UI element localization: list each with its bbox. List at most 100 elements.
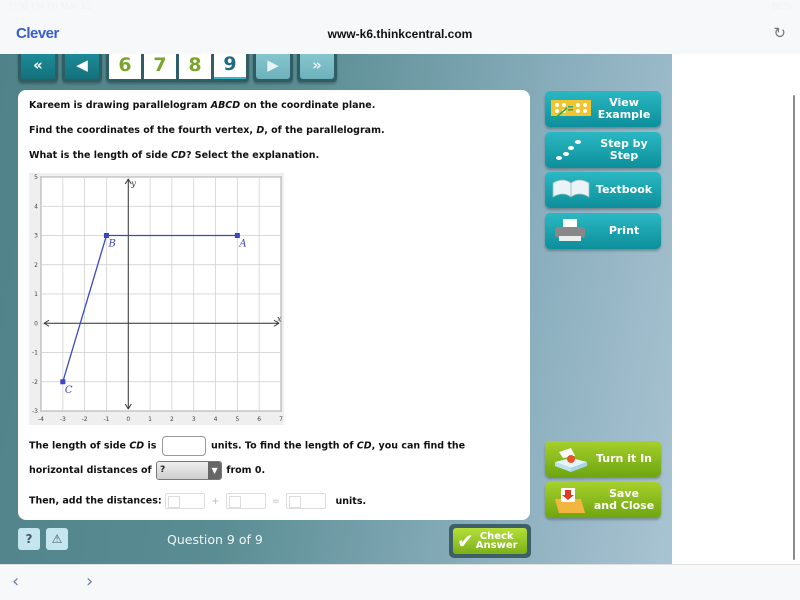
url-display[interactable]: www-k6.thinkcentral.com <box>0 27 800 41</box>
dropdown-arrow-icon: ▼ <box>208 462 222 479</box>
coordinates-dropdown[interactable]: ? ▼ <box>156 461 223 480</box>
x-tick-label: 1 <box>148 416 152 423</box>
text-em: CD <box>356 440 372 452</box>
x-tick-label: 3 <box>192 416 196 423</box>
print-button[interactable]: Print <box>545 213 661 249</box>
length-cd-input[interactable] <box>161 436 206 456</box>
answer-line-3: Then, add the distances: + = units. <box>29 493 366 509</box>
tool-label: Print <box>608 224 640 237</box>
text: What is the length of side <box>29 150 172 161</box>
text: , you can find the <box>371 440 466 452</box>
question-nav: « ◀ 6 7 8 9 ▶ » <box>18 54 337 82</box>
right-arrow-icon: ▶ <box>256 54 290 79</box>
distance-total-input[interactable] <box>286 493 327 509</box>
first-question-button[interactable]: « <box>18 54 58 82</box>
text-em: ABCD <box>210 100 241 111</box>
y-tick-label: 2 <box>34 262 38 269</box>
reload-icon[interactable]: ↻ <box>773 24 786 42</box>
point-label-A: A <box>238 239 246 250</box>
text: on the coordinate plane. <box>240 100 376 111</box>
x-tick-label: -3 <box>60 416 66 423</box>
printer-icon <box>555 219 585 241</box>
footprints-icon <box>556 140 581 160</box>
prev-question-button[interactable]: ◀ <box>62 54 102 82</box>
x-axis-label: x <box>277 314 282 323</box>
y-tick-label: 1 <box>34 291 38 298</box>
view-example-icon <box>551 100 591 121</box>
y-tick-label: -3 <box>32 408 38 415</box>
x-tick-label: -4 <box>38 416 44 423</box>
checkmark-icon: ✔ <box>457 528 474 553</box>
back-icon[interactable]: ‹ <box>12 571 19 592</box>
scrollbar[interactable] <box>793 95 795 560</box>
answer-line-2: horizontal distances of ? ▼ from 0. <box>29 461 265 480</box>
check-answer-button[interactable]: ✔ Check Answer <box>449 524 531 558</box>
step-by-step-button[interactable]: Step by Step <box>545 132 661 168</box>
text: Then, add the distances: <box>29 495 162 507</box>
question-counter: Question 9 of 9 <box>167 532 263 547</box>
text: ? Select the explanation. <box>185 150 320 161</box>
y-axis-label: y <box>130 179 136 188</box>
turn-it-in-button[interactable]: Turn it In <box>545 441 661 477</box>
save-folder-icon <box>555 488 585 513</box>
y-tick-label: 4 <box>34 203 38 210</box>
tool-label: Textbook <box>595 183 653 196</box>
text-em: CD <box>129 440 145 452</box>
y-tick-label: 3 <box>34 233 38 240</box>
point-B <box>103 233 109 238</box>
point-label-C: C <box>65 385 73 396</box>
question-6[interactable]: 6 <box>109 54 141 79</box>
x-tick-label: 6 <box>257 416 261 423</box>
question-7[interactable]: 7 <box>144 54 176 79</box>
book-icon <box>552 179 590 198</box>
distance-b-input[interactable] <box>225 493 266 509</box>
textbook-button[interactable]: Textbook <box>545 172 661 208</box>
question-numbers: 6 7 8 9 <box>106 54 249 82</box>
status-bar: 7:00 PM Fri Mar 12 86% <box>0 0 800 14</box>
text: Kareem is drawing parallelogram <box>29 100 211 111</box>
x-tick-label: -2 <box>82 416 88 423</box>
point-label-B: B <box>107 239 115 250</box>
x-tick-label: 0 <box>126 416 130 423</box>
plus-sign: + <box>211 495 220 507</box>
x-tick-label: 2 <box>170 416 174 423</box>
point-A <box>234 233 240 238</box>
right-blank-pane <box>672 54 800 564</box>
alert-button[interactable]: ⚠ <box>46 528 68 550</box>
answer-line-1: The length of side CD is units. To find … <box>29 436 465 456</box>
check-label: Check Answer <box>476 532 518 551</box>
help-button[interactable]: ? <box>18 528 40 550</box>
question-line-2: Find the coordinates of the fourth verte… <box>29 125 385 136</box>
browser-toolbar: ‹ › <box>0 564 800 600</box>
alert-icon: ⚠ <box>51 532 63 546</box>
forward-icon[interactable]: › <box>86 571 93 592</box>
text: , of the parallelogram. <box>264 125 385 136</box>
browser-bar: Clever www-k6.thinkcentral.com ↻ <box>0 14 800 54</box>
text: Find the coordinates of the fourth verte… <box>29 125 257 136</box>
x-tick-label: -1 <box>103 416 109 423</box>
text: units. <box>335 495 367 507</box>
left-arrow-icon: ◀ <box>65 54 99 79</box>
y-tick-label: -2 <box>32 379 38 386</box>
status-time: 7:00 PM Fri Mar 12 <box>8 2 93 12</box>
question-line-1: Kareem is drawing parallelogram ABCD on … <box>29 100 375 111</box>
question-8[interactable]: 8 <box>179 54 211 79</box>
turn-in-icon <box>555 448 587 472</box>
last-question-button[interactable]: » <box>297 54 337 82</box>
point-C <box>60 379 66 385</box>
double-left-icon: « <box>21 54 55 79</box>
x-tick-label: 7 <box>279 416 283 423</box>
question-panel: Kareem is drawing parallelogram ABCD on … <box>18 90 530 520</box>
text: units. To find the length of <box>211 440 357 452</box>
x-tick-label: 4 <box>214 416 218 423</box>
save-and-close-button[interactable]: Save and Close <box>545 482 661 518</box>
view-example-button[interactable]: View Example <box>545 91 661 127</box>
question-9[interactable]: 9 <box>214 54 246 79</box>
text: from 0. <box>226 465 266 476</box>
text: horizontal distances of <box>29 465 152 476</box>
y-tick-label: 0 <box>34 320 38 327</box>
next-question-button[interactable]: ▶ <box>253 54 293 82</box>
tool-label: View Example <box>597 96 651 121</box>
distance-a-input[interactable] <box>165 493 206 509</box>
text-em: CD <box>171 150 186 161</box>
